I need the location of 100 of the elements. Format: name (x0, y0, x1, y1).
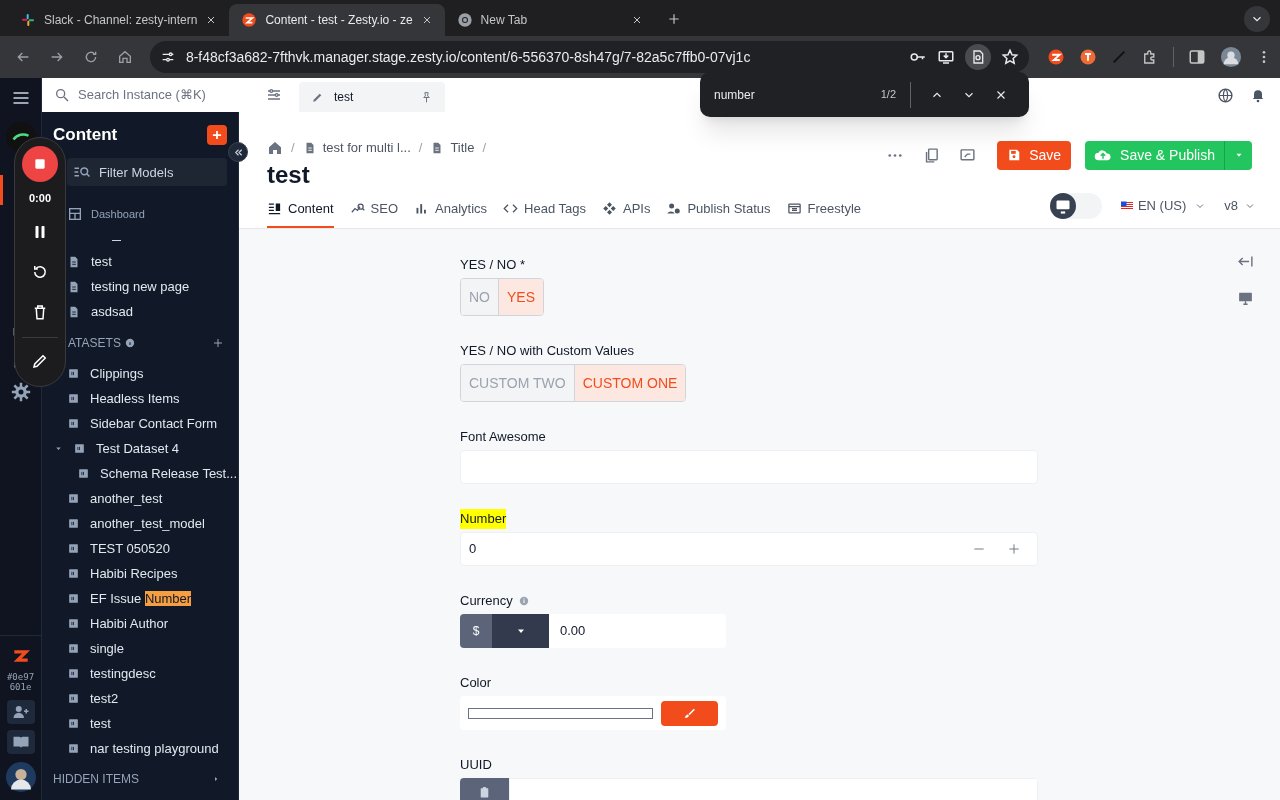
content-tab[interactable]: Freestyle (786, 191, 861, 228)
bar-chart-icon (414, 201, 429, 216)
sidebar-item[interactable]: TEST 050520 (90, 538, 170, 559)
content-tab[interactable]: Head Tags (503, 191, 586, 228)
color-picker-button[interactable] (661, 700, 718, 726)
match-count: 1/2 (880, 87, 896, 103)
search-field[interactable]: Search Instance (⌘K) (78, 85, 258, 105)
find-icon (970, 49, 986, 65)
device-toggle[interactable] (1049, 193, 1102, 219)
pen-icon (1111, 49, 1127, 65)
layout-icon (786, 201, 802, 216)
save-button[interactable]: Save (997, 140, 1072, 170)
grid-icon (67, 692, 80, 705)
sidebar-item[interactable]: Schema Release Test... (100, 463, 238, 484)
build-hash: #0e97 601e (6, 672, 35, 692)
tab-search-button[interactable] (1244, 6, 1270, 32)
color-swatch-field[interactable] (468, 707, 653, 719)
section-heading: ATASETS (68, 335, 121, 352)
grid-icon (77, 467, 90, 480)
breadcrumb-link[interactable]: test for multi l... (322, 138, 411, 158)
breadcrumb-separator: / (291, 139, 295, 158)
flag-icon (1119, 200, 1134, 212)
grid-icon (67, 367, 80, 380)
stop-icon (33, 157, 47, 171)
code-icon (503, 201, 519, 216)
preview-toggle[interactable] (1237, 290, 1254, 307)
field-label: Number (460, 509, 507, 529)
field-label: YES / NO with Custom Values (460, 342, 634, 361)
nodes-icon (601, 201, 617, 216)
add-button[interactable] (207, 125, 227, 145)
globe-icon (456, 12, 473, 28)
info-icon (124, 338, 135, 348)
timer: 0:00 (29, 191, 51, 206)
sidebar-item[interactable]: Sidebar Contact Form (90, 413, 218, 434)
field-label: Color (460, 674, 492, 693)
avatar-icon (5, 762, 36, 792)
search-icon (54, 87, 70, 103)
locale-select[interactable]: EN (US) (1119, 196, 1207, 216)
browser-tab[interactable]: Content - test - Zesty.io - ze (229, 4, 445, 36)
home-icon (267, 140, 283, 156)
sidebar-item[interactable]: Habibi Author (90, 613, 169, 634)
grid-icon (67, 392, 80, 405)
more-icon (888, 153, 903, 157)
content-tab[interactable]: Analytics (414, 191, 488, 228)
plus-icon (1007, 542, 1021, 556)
publish-menu-button[interactable] (1224, 140, 1252, 170)
clipboard-icon (478, 786, 491, 799)
sidebar-item[interactable]: nar testing playground (90, 738, 219, 759)
address-bar[interactable]: 8-f48cf3a682-7fthvk.manager.stage.zesty.io/content/6-556370-8sh47g/7-82a5c7ffb0-07vj1c (149, 41, 1029, 73)
pin-icon (420, 90, 433, 104)
grid-icon (67, 492, 80, 505)
breadcrumb-separator: / (418, 139, 423, 158)
currency-symbol: $ (460, 614, 492, 648)
grid-icon (67, 517, 80, 530)
content-tab[interactable]: Publish Status (666, 191, 771, 228)
stop-button[interactable] (22, 146, 58, 182)
sidebar-item[interactable]: another_test_model (90, 513, 205, 534)
find-field[interactable]: number (714, 85, 864, 104)
grid-icon (67, 742, 80, 755)
home-link[interactable] (267, 140, 283, 156)
sidebar-item[interactable]: single (90, 638, 124, 659)
grid-icon (73, 442, 86, 455)
invite-button[interactable] (6, 700, 35, 724)
filter-field[interactable]: Filter Models (67, 158, 227, 186)
sidebar-item[interactable]: EF Issue Number (90, 588, 192, 609)
grid-icon (67, 667, 80, 680)
sidebar-item[interactable]: test (91, 251, 112, 272)
content-tab[interactable]: APIs (601, 191, 651, 228)
sidebar-item[interactable]: Headless Items (90, 388, 180, 409)
globe-icon (1217, 86, 1234, 104)
grid-icon (67, 542, 80, 555)
content-tab[interactable]: SEO (349, 191, 398, 228)
grid-icon (67, 617, 80, 630)
grid-icon (67, 717, 80, 730)
sidebar-item[interactable]: test2 (90, 688, 119, 709)
field-label: UUID (460, 756, 492, 775)
breadcrumb-link[interactable]: Title (450, 138, 475, 158)
sidebar-item[interactable]: testing new page (91, 276, 190, 297)
section-heading[interactable]: HIDDEN ITEMS (53, 770, 139, 788)
currency-field[interactable]: 0.00 (549, 614, 726, 648)
sidebar-item[interactable]: Clippings (90, 363, 144, 384)
grid-icon (67, 642, 80, 655)
avatar-icon (1220, 46, 1242, 68)
sidebar-title: Content (53, 124, 118, 147)
browser-tab[interactable]: New Tab (444, 4, 655, 36)
sidebar-item[interactable]: test (90, 713, 111, 734)
sidebar-item[interactable]: Habibi Recipes (90, 563, 178, 584)
sidebar-item[interactable]: Test Dataset 4 (96, 438, 180, 459)
sidebar-item[interactable]: another_test (90, 488, 163, 509)
sidebar-item[interactable]: asdsad (91, 301, 133, 322)
monitor-icon (1049, 193, 1076, 219)
sidebar-item[interactable]: testingdesc (90, 663, 156, 684)
dashboard-link[interactable]: Dashboard (91, 205, 145, 223)
browser-tab[interactable]: Slack - Channel: zesty-intern (8, 4, 230, 36)
open-tab[interactable]: test (299, 82, 445, 112)
stepper-field[interactable]: 0 (460, 532, 1038, 566)
version-select[interactable]: v8 (1224, 196, 1256, 216)
person-add-icon (11, 703, 30, 721)
docs-button[interactable] (6, 730, 35, 754)
plus-icon (666, 12, 681, 26)
